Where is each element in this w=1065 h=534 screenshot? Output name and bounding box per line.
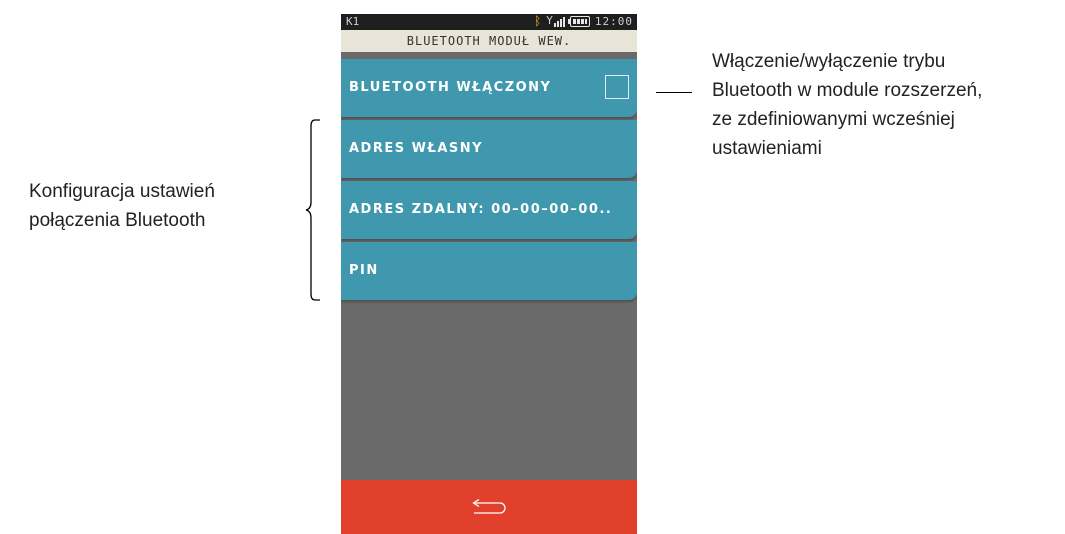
bluetooth-icon: ᛒ: [534, 14, 542, 28]
annotation-line: Bluetooth w module rozszerzeń,: [712, 80, 983, 101]
menu-item-label: PIN: [349, 263, 379, 278]
annotation-line: ustawieniami: [712, 138, 822, 159]
menu-item-bluetooth-enabled[interactable]: BLUETOOTH WŁĄCZONY: [341, 59, 637, 117]
menu-item-remote-address[interactable]: ADRES ZDALNY: 00–00–00–00..: [341, 181, 637, 239]
page-title: BLUETOOTH MODUŁ WEW.: [341, 30, 637, 52]
annotation-line: Konfiguracja ustawień: [29, 181, 215, 202]
annotation-line: ze zdefiniowanymi wcześniej: [712, 109, 955, 130]
annotation-bluetooth-toggle: Włączenie/wyłączenie trybu Bluetooth w m…: [712, 47, 1062, 163]
battery-icon: [567, 15, 590, 27]
status-bar: K1 ᛒ Y 12:00: [341, 14, 637, 30]
annotation-leader-line: [656, 92, 692, 93]
signal-icon: Y: [546, 15, 565, 27]
annotation-configuration: Konfiguracja ustawień połączenia Bluetoo…: [29, 177, 299, 235]
annotation-line: Włączenie/wyłączenie trybu: [712, 51, 946, 72]
back-arrow-icon[interactable]: [470, 499, 510, 515]
menu-item-label: ADRES ZDALNY: 00–00–00–00..: [349, 202, 613, 217]
bluetooth-enabled-checkbox[interactable]: [605, 75, 629, 99]
bottom-bar: [341, 480, 637, 534]
status-icons: ᛒ Y 12:00: [534, 14, 633, 28]
menu-item-label: ADRES WŁASNY: [349, 141, 484, 156]
menu-item-own-address[interactable]: ADRES WŁASNY: [341, 120, 637, 178]
status-left-label: K1: [346, 15, 360, 28]
menu-item-pin[interactable]: PIN: [341, 242, 637, 300]
menu-item-label: BLUETOOTH WŁĄCZONY: [349, 80, 552, 95]
annotation-line: połączenia Bluetooth: [29, 210, 206, 231]
device-screen: K1 ᛒ Y 12:00 BLUETOOTH MODUŁ WEW. BLUETO…: [341, 14, 637, 534]
clock: 12:00: [594, 14, 633, 28]
annotation-brace: [305, 119, 320, 301]
